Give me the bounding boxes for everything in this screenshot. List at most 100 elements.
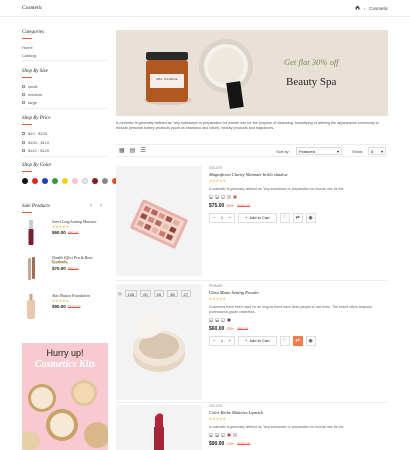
countdown-ms: 27 (180, 290, 191, 297)
compare-button[interactable]: ⇄ (292, 335, 303, 346)
show-select[interactable]: 8 ▾ (368, 146, 386, 155)
add-to-cart-button[interactable]: + Add to Cart (238, 335, 277, 346)
color-swatch[interactable] (102, 178, 108, 184)
sale-next-button[interactable]: › (100, 203, 102, 209)
price-label: $110 - $120 (28, 148, 50, 153)
grid-view-icon[interactable]: ▦ (119, 147, 125, 154)
color-swatch[interactable] (62, 178, 68, 184)
size-option[interactable]: M (215, 194, 219, 200)
deal-countdown: ◷ 126 00 00 38 27 (118, 289, 200, 298)
product-image[interactable] (116, 166, 202, 276)
checkbox[interactable] (22, 141, 25, 145)
size-filter-small[interactable]: small (22, 84, 37, 89)
sale-product-item[interactable]: Double Effect Pen & Brow Eyeshado ★★★★★ … (22, 254, 108, 288)
product-name[interactable]: Ultra Matte Setting Powder (209, 290, 389, 295)
price-filter[interactable]: $100 - $110 (22, 140, 49, 145)
page-title: Cosmetic (22, 5, 43, 11)
sale-product-name[interactable]: Sweet Long Lasting Mascara (52, 220, 96, 224)
sort-select[interactable]: Featured ▾ (296, 146, 342, 155)
size-option[interactable]: M (215, 432, 219, 438)
product-name[interactable]: Color Riche Mattetes Lipstick (209, 410, 389, 415)
color-swatch[interactable] (82, 178, 88, 184)
wishlist-button[interactable]: ♡ (279, 335, 290, 346)
banner-title: Beauty Spa (286, 76, 337, 88)
size-option[interactable]: L (221, 317, 225, 323)
product-name[interactable]: Magnificent Clarity Shimmer brillo shado… (209, 172, 389, 177)
promo-banner[interactable]: Hurry up! Cosmetics Kits (22, 343, 108, 450)
home-icon[interactable] (355, 5, 360, 11)
divider (22, 108, 108, 109)
category-link[interactable]: Catalog (22, 53, 36, 58)
price-filter[interactable]: $110 - $120 (22, 148, 49, 153)
color-swatch[interactable] (72, 178, 78, 184)
grid-compact-view-icon[interactable]: ▤ (130, 147, 136, 154)
price-heading: Shop By Price (22, 116, 51, 121)
compare-button[interactable]: ⇄ (292, 212, 303, 223)
size-option[interactable]: S (209, 317, 213, 323)
chevron-down-icon: ▾ (336, 149, 339, 154)
heart-icon: ♡ (282, 337, 287, 344)
add-to-cart-button[interactable]: + Add to Cart (238, 212, 277, 223)
color-option[interactable] (233, 432, 237, 437)
list-view-icon[interactable]: ☰ (140, 147, 145, 154)
size-filter-large[interactable]: large (22, 100, 37, 105)
product-actions: −1 + + Add to Cart ♡ ⇄ ◉ (209, 212, 389, 223)
heart-icon: ♡ (282, 214, 287, 221)
product-brand[interactable]: PRIMAR (209, 284, 389, 288)
color-swatch[interactable] (92, 178, 98, 184)
product-image[interactable] (116, 284, 202, 400)
sale-product-item[interactable]: Skin Illusion Foundation ★★★★★ $90.00 $10… (22, 292, 108, 326)
product-image[interactable] (116, 405, 202, 450)
color-option[interactable] (233, 194, 237, 199)
sale-product-rating: ★★★★★ (52, 299, 70, 303)
color-swatch[interactable] (42, 178, 48, 184)
checkbox[interactable] (22, 149, 25, 153)
price-label: $100 - $110 (28, 140, 50, 145)
sale-product-price: $60.00 $80.00 (52, 230, 78, 235)
checkbox[interactable] (22, 101, 25, 105)
candle-label: ABL CANDLE (156, 77, 178, 81)
quantity-stepper[interactable]: − 1 + (209, 212, 235, 223)
quickview-button[interactable]: ◉ (305, 212, 316, 223)
size-option[interactable]: S (209, 432, 213, 438)
product-brand[interactable]: GELATE (209, 404, 389, 408)
decrease-button[interactable]: − (213, 338, 215, 343)
color-swatch[interactable] (52, 178, 58, 184)
discount-badge: -50% (225, 203, 234, 208)
size-filter-medium[interactable]: medium (22, 92, 42, 97)
checkbox[interactable] (22, 85, 25, 89)
checkbox[interactable] (22, 132, 25, 136)
category-link[interactable]: Home (22, 45, 33, 50)
quantity-value[interactable]: 1 (221, 338, 223, 343)
color-swatch[interactable] (32, 178, 38, 184)
color-option[interactable] (227, 317, 231, 322)
sale-prev-button[interactable]: ‹ (90, 203, 92, 209)
candle-products-image (116, 30, 388, 116)
checkbox[interactable] (22, 93, 25, 97)
size-option[interactable]: L (221, 194, 225, 200)
product-brand[interactable]: GELATE (209, 166, 389, 170)
increase-button[interactable]: + (229, 338, 231, 343)
size-option[interactable]: L (221, 432, 225, 438)
color-swatch[interactable] (22, 178, 28, 184)
plus-icon: + (245, 215, 248, 221)
quickview-button[interactable]: ◉ (305, 335, 316, 346)
quantity-stepper[interactable]: − 1 + (209, 335, 235, 346)
increase-button[interactable]: + (229, 215, 231, 220)
sale-product-name[interactable]: Skin Illusion Foundation (52, 294, 90, 298)
heading-underline (22, 124, 32, 125)
add-to-cart-label: Add to Cart (249, 215, 270, 221)
color-option[interactable] (227, 194, 231, 199)
size-option[interactable]: M (215, 317, 219, 323)
color-option[interactable] (227, 432, 231, 437)
price-old: $80.00 (67, 231, 79, 235)
price-current: $70.00 (52, 266, 66, 271)
sale-product-item[interactable]: Sweet Long Lasting Mascara ★★★★★ $60.00 $… (22, 218, 108, 252)
price-filter[interactable]: $10 - $100 (22, 131, 47, 136)
quantity-value[interactable]: 1 (221, 215, 223, 220)
price-old: $150.00 (237, 203, 250, 208)
size-option[interactable]: S (209, 194, 213, 200)
show-label: Show: (352, 148, 364, 154)
decrease-button[interactable]: − (213, 215, 215, 220)
wishlist-button[interactable]: ♡ (279, 212, 290, 223)
